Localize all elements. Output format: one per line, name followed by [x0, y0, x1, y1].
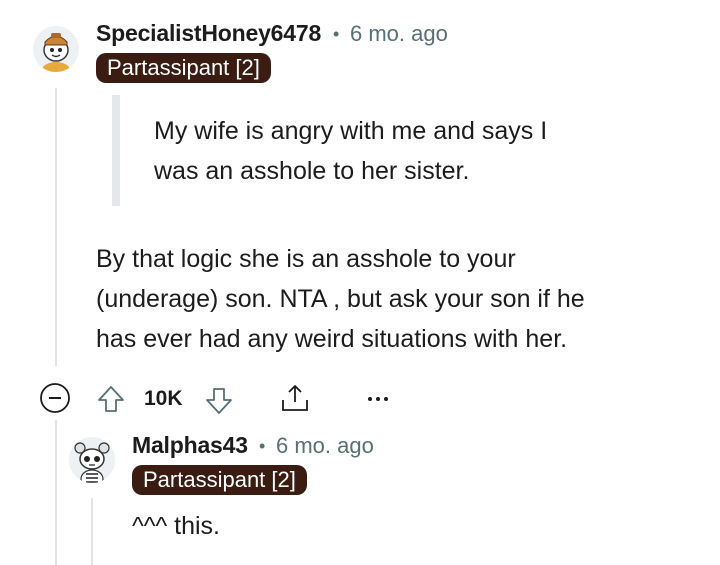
user-flair: Partassipant [2]: [96, 53, 271, 83]
reply-username[interactable]: Malphas43: [132, 432, 248, 459]
meta-separator: •: [333, 24, 340, 44]
share-button[interactable]: [279, 382, 311, 414]
comment-timestamp[interactable]: 6 mo. ago: [350, 21, 448, 47]
body-line-3: has ever had any weird situations with h…: [96, 325, 568, 353]
upvote-button[interactable]: [95, 383, 127, 415]
user-avatar[interactable]: [33, 26, 79, 72]
snoo-avatar-icon: [42, 33, 70, 72]
reply-thread-line[interactable]: [91, 498, 93, 565]
thread-line[interactable]: [55, 88, 57, 366]
arrow-down-icon: [206, 388, 232, 414]
reply-body: ^^^ this.: [132, 512, 220, 540]
arrow-up-icon: [98, 386, 124, 412]
reply-timestamp[interactable]: 6 mo. ago: [276, 433, 374, 459]
collapse-button[interactable]: [39, 382, 71, 414]
body-line-1: By that logic she is an asshole to your: [96, 245, 516, 273]
minus-circle-icon: [40, 383, 70, 413]
ellipsis-icon: [368, 397, 388, 401]
snoo-avatar-icon: [74, 442, 110, 483]
reply-meta-separator: •: [259, 436, 266, 456]
more-options-button[interactable]: [364, 390, 392, 408]
quote-bar: [112, 95, 120, 206]
share-icon: [282, 385, 308, 411]
quote-line-1: My wife is angry with me and says I: [154, 117, 548, 145]
vote-count: 10K: [144, 387, 183, 410]
downvote-button[interactable]: [203, 385, 235, 417]
body-line-2: (underage) son. NTA , but ask your son i…: [96, 285, 585, 313]
quote-line-2: was an asshole to her sister.: [154, 157, 470, 185]
reply-user-flair: Partassipant [2]: [132, 465, 307, 495]
comment-username[interactable]: SpecialistHoney6478: [96, 20, 321, 47]
thread-line-lower[interactable]: [55, 420, 57, 565]
reply-avatar[interactable]: [69, 437, 115, 483]
